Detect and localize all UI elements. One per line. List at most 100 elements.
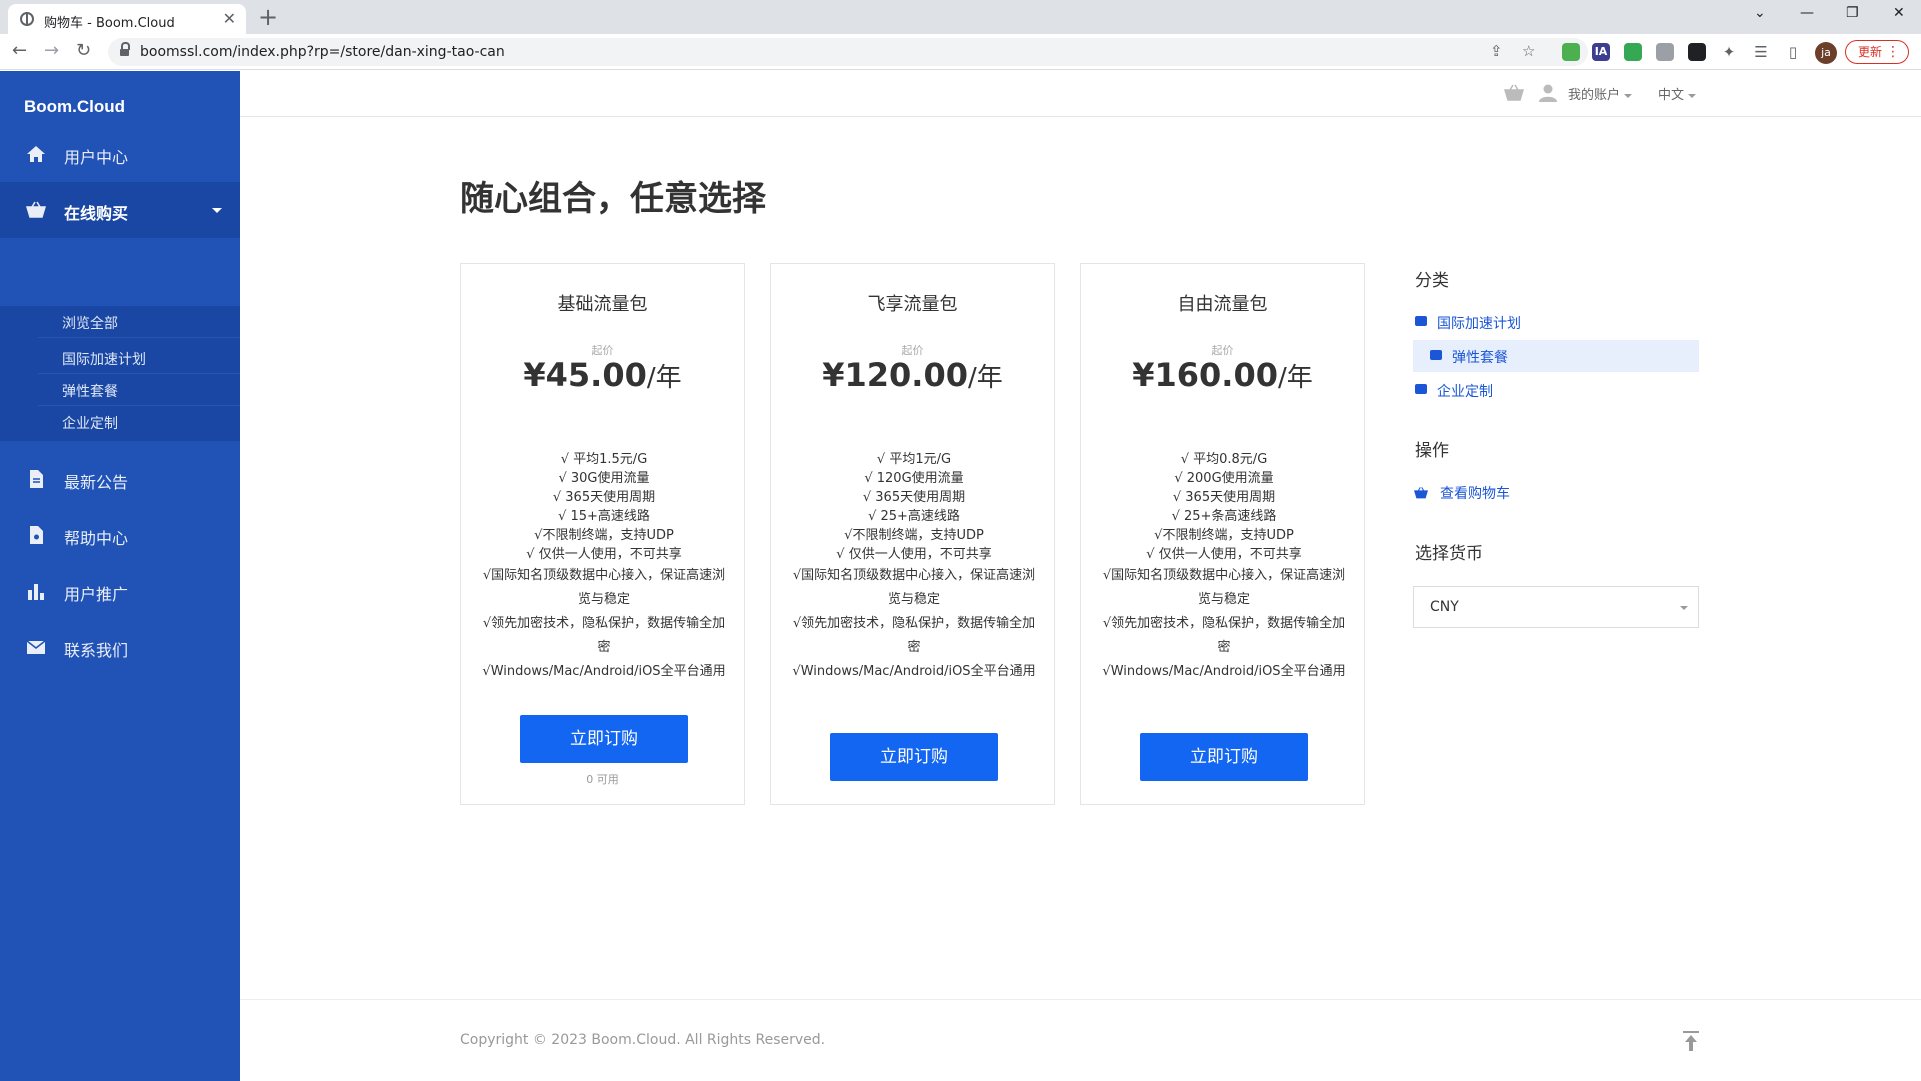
feature-item: √ 200G使用流量 [1174,471,1274,486]
currency-select[interactable]: CNY [1413,586,1699,628]
feature-item: √ 365天使用周期 [862,490,966,505]
product-name: 自由流量包 [1177,294,1268,315]
extension-green-icon[interactable] [1562,43,1580,61]
feature-item: √ 仅供一人使用，不可共享 [526,547,682,562]
chevron-down-icon [1688,93,1697,98]
submenu-item-browse-all[interactable]: 浏览全部 [38,306,240,338]
extension-ia-icon[interactable]: IA [1592,43,1610,61]
sidebar-item-affiliate[interactable]: 用户推广 [0,563,240,619]
reload-icon[interactable]: ↻ [76,40,91,61]
copyright-text: Copyright © 2023 Boom.Cloud. All Rights … [460,1032,826,1048]
extension-badge-icon[interactable] [1688,43,1706,61]
sidebar-item-announcements[interactable]: 最新公告 [0,451,240,507]
actions-heading: 操作 [1415,441,1449,461]
profile-avatar[interactable]: ja [1815,42,1837,64]
browser-tab[interactable]: 购物车 - Boom.Cloud ✕ [8,4,246,34]
forward-icon[interactable]: → [44,40,59,61]
side-panel-icon[interactable]: ▯ [1784,43,1802,61]
chevron-down-icon [1680,606,1688,610]
help-document-icon [30,526,43,544]
my-account-menu[interactable]: 我的账户 [1568,84,1633,103]
page-title: 随心组合，任意选择 [460,179,766,219]
feature-item: √ 365天使用周期 [1172,490,1276,505]
feature-item: √ 25+高速线路 [868,509,960,524]
order-now-button[interactable]: 立即订购 [830,733,998,781]
bookmark-star-icon[interactable]: ☆ [1522,42,1535,60]
feature-item: √国际知名顶级数据中心接入，保证高速浏览与稳定 [482,568,726,607]
back-to-top-icon[interactable] [1682,1030,1700,1052]
language-menu[interactable]: 中文 [1658,84,1697,103]
feature-item: √Windows/Mac/Android/iOS全平台通用 [1102,664,1346,679]
sidebar-item-label: 用户中心 [64,148,129,167]
feature-item: √国际知名顶级数据中心接入，保证高速浏览与稳定 [1102,568,1346,607]
feature-item: √ 25+条高速线路 [1171,509,1277,524]
submenu-item-enterprise[interactable]: 企业定制 [38,406,240,438]
envelope-icon [26,640,46,654]
close-tab-icon[interactable]: ✕ [223,9,236,28]
reading-list-icon[interactable]: ☰ [1752,43,1770,61]
feature-item: √不限制终端，支持UDP [844,528,984,543]
sidebar-item-label: 用户推广 [64,585,129,604]
back-icon[interactable]: ← [12,40,27,61]
lock-icon[interactable] [120,42,130,57]
chevron-down-icon [1624,93,1633,98]
folder-icon [1415,384,1427,394]
category-link-enterprise[interactable]: 企业定制 [1413,374,1699,406]
product-name: 基础流量包 [557,294,648,315]
user-icon[interactable] [1538,83,1558,103]
basket-icon[interactable] [1414,486,1428,500]
sidebar: Boom.Cloud 用户中心 在线购买 浏览全部 国际加速计划 弹性套餐 企业… [0,71,240,1081]
feature-item: √ 15+高速线路 [558,509,650,524]
submenu-item-flexible-plan[interactable]: 弹性套餐 [38,374,240,406]
product-price: ¥120.00/年 [822,356,1003,394]
close-window-icon[interactable]: ✕ [1893,5,1905,21]
sidebar-item-user-center[interactable]: 用户中心 [0,126,240,182]
brand-logo[interactable]: Boom.Cloud [24,97,125,117]
category-link-intl-acceleration[interactable]: 国际加速计划 [1413,306,1699,338]
restore-icon[interactable]: ❐ [1846,5,1859,21]
extension-shield-icon[interactable] [1656,43,1674,61]
cart-icon[interactable] [1504,83,1524,103]
sidebar-item-buy-online[interactable]: 在线购买 [0,182,240,238]
document-icon [30,470,43,488]
update-button[interactable]: 更新 [1845,40,1909,64]
folder-icon [1430,350,1442,360]
submenu-item-intl-acceleration[interactable]: 国际加速计划 [38,342,240,374]
category-link-flexible-plan[interactable]: 弹性套餐 [1413,340,1699,372]
url-text[interactable]: boomssl.com/index.php?rp=/store/dan-xing… [140,44,505,60]
order-now-button[interactable]: 立即订购 [520,715,688,763]
globe-icon [20,12,34,26]
share-icon[interactable]: ⇪ [1490,42,1503,60]
availability-text: 0 可用 [586,773,619,786]
sidebar-item-label: 最新公告 [64,473,129,492]
product-card: 自由流量包 起价 ¥160.00/年 √ 平均0.8元/G √ 200G使用流量… [1080,263,1365,805]
currency-heading: 选择货币 [1415,544,1483,564]
order-now-button[interactable]: 立即订购 [1140,733,1308,781]
categories-heading: 分类 [1415,271,1449,291]
feature-item: √ 平均0.8元/G [1180,452,1268,467]
address-bar[interactable]: boomssl.com/index.php?rp=/store/dan-xing… [108,38,1588,66]
sidebar-item-label: 在线购买 [64,204,129,223]
tab-title: 购物车 - Boom.Cloud [44,16,175,31]
feature-list: √ 平均1.5元/G √ 30G使用流量 √ 365天使用周期 √ 15+高速线… [479,450,729,684]
extensions-puzzle-icon[interactable]: ✦ [1720,43,1738,61]
sidebar-item-help-center[interactable]: 帮助中心 [0,507,240,563]
basket-icon [26,201,46,218]
feature-item: √ 仅供一人使用，不可共享 [836,547,992,562]
minimize-icon[interactable]: — [1800,5,1814,21]
new-tab-icon[interactable]: + [258,3,278,31]
sidebar-item-contact[interactable]: 联系我们 [0,619,240,675]
chevron-down-icon [212,208,222,213]
tab-search-icon[interactable]: ⌄ [1754,5,1766,21]
feature-item: √领先加密技术，隐私保护，数据传输全加密 [1102,616,1346,655]
product-name: 飞享流量包 [867,294,958,315]
view-cart-link[interactable]: 查看购物车 [1440,483,1510,503]
browser-toolbar: ← → ↻ boomssl.com/index.php?rp=/store/da… [0,34,1921,70]
feature-item: √国际知名顶级数据中心接入，保证高速浏览与稳定 [792,568,1036,607]
sidebar-item-label: 帮助中心 [64,529,129,548]
product-price: ¥160.00/年 [1132,356,1313,394]
feature-item: √ 120G使用流量 [864,471,964,486]
product-card: 基础流量包 起价 ¥45.00/年 √ 平均1.5元/G √ 30G使用流量 √… [460,263,745,805]
extension-translate-icon[interactable] [1624,43,1642,61]
top-navbar: 我的账户 中文 [240,71,1921,117]
